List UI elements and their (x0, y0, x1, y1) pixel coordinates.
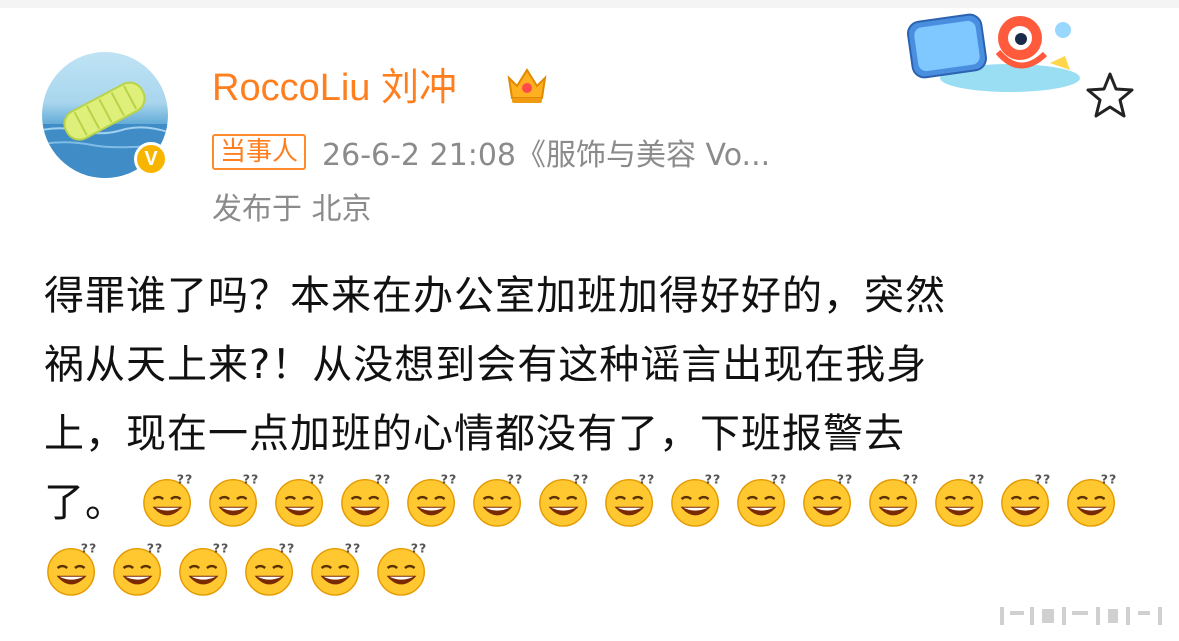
dizzy-grin-emoji-icon: ?? (472, 472, 523, 527)
svg-text:??: ?? (968, 472, 985, 487)
svg-text:??: ?? (176, 472, 193, 487)
dizzy-grin-emoji-icon: ?? (142, 472, 193, 527)
svg-text:??: ?? (242, 472, 259, 487)
svg-text:??: ?? (147, 541, 164, 556)
svg-text:??: ?? (1100, 472, 1117, 487)
dizzy-grin-emoji-icon: ?? (340, 472, 391, 527)
svg-text:??: ?? (836, 472, 853, 487)
svg-text:??: ?? (572, 472, 589, 487)
dizzy-grin-emoji-icon: ?? (736, 472, 787, 527)
post-body-line: 了。 (44, 480, 126, 526)
dizzy-grin-emoji-icon: ?? (1000, 472, 1051, 527)
post-location: 发布于 北京 (212, 192, 372, 227)
national-day-film-critic-badge-icon[interactable] (900, 8, 1090, 98)
svg-text:??: ?? (1034, 472, 1051, 487)
dizzy-grin-emoji-icon: ?? (179, 541, 230, 596)
svg-text:??: ?? (770, 472, 787, 487)
svg-text:??: ?? (704, 472, 721, 487)
post-body-line: 祸从天上来?！从没想到会有这种谣言出现在我身 (44, 342, 928, 388)
dizzy-grin-emoji-icon: ?? (1066, 472, 1117, 527)
verified-badge-icon: V (134, 142, 168, 176)
svg-text:??: ?? (374, 472, 391, 487)
emoji-row: ?????????????????????????????? (140, 472, 1130, 527)
dizzy-grin-emoji-icon: ?? (934, 472, 985, 527)
dizzy-grin-emoji-icon: ?? (377, 541, 428, 596)
svg-text:??: ?? (345, 541, 362, 556)
star-outline-icon[interactable] (1084, 70, 1136, 120)
svg-text:??: ?? (440, 472, 457, 487)
dizzy-grin-emoji-icon: ?? (868, 472, 919, 527)
dizzy-grin-emoji-icon: ?? (604, 472, 655, 527)
svg-text:??: ?? (902, 472, 919, 487)
dizzy-grin-emoji-icon: ?? (47, 541, 98, 596)
party-badge: 当事人 (212, 134, 307, 170)
post-body: 得罪谁了吗？本来在办公室加班加得好好的，突然 祸从天上来?！从没想到会有这种谣言… (44, 262, 1134, 607)
watermark-bars (1000, 607, 1162, 625)
post-body-line: 得罪谁了吗？本来在办公室加班加得好好的，突然 (44, 273, 946, 319)
dizzy-grin-emoji-icon: ?? (802, 472, 853, 527)
svg-text:??: ?? (506, 472, 523, 487)
svg-text:??: ?? (279, 541, 296, 556)
dizzy-grin-emoji-icon: ?? (113, 541, 164, 596)
dizzy-grin-emoji-icon: ?? (406, 472, 457, 527)
svg-text:??: ?? (81, 541, 98, 556)
svg-text:??: ?? (638, 472, 655, 487)
svg-text:??: ?? (213, 541, 230, 556)
top-divider (0, 0, 1179, 8)
author-name[interactable]: RoccoLiu 刘冲 (212, 62, 457, 114)
svg-text:??: ?? (411, 541, 428, 556)
dizzy-grin-emoji-icon: ?? (245, 541, 296, 596)
emoji-row: ???????????? (44, 541, 440, 596)
dizzy-grin-emoji-icon: ?? (274, 472, 325, 527)
dizzy-grin-emoji-icon: ?? (670, 472, 721, 527)
post-meta: 当事人 26-6-2 21:08《服饰与美容 Vo... (212, 134, 770, 173)
dizzy-grin-emoji-icon: ?? (208, 472, 259, 527)
crown-icon (507, 68, 547, 103)
post-time-source[interactable]: 26-6-2 21:08《服饰与美容 Vo... (322, 130, 770, 174)
svg-text:??: ?? (308, 472, 325, 487)
post-body-line: 上，现在一点加班的心情都没有了，下班报警去 (44, 411, 905, 457)
dizzy-grin-emoji-icon: ?? (311, 541, 362, 596)
dizzy-grin-emoji-icon: ?? (538, 472, 589, 527)
